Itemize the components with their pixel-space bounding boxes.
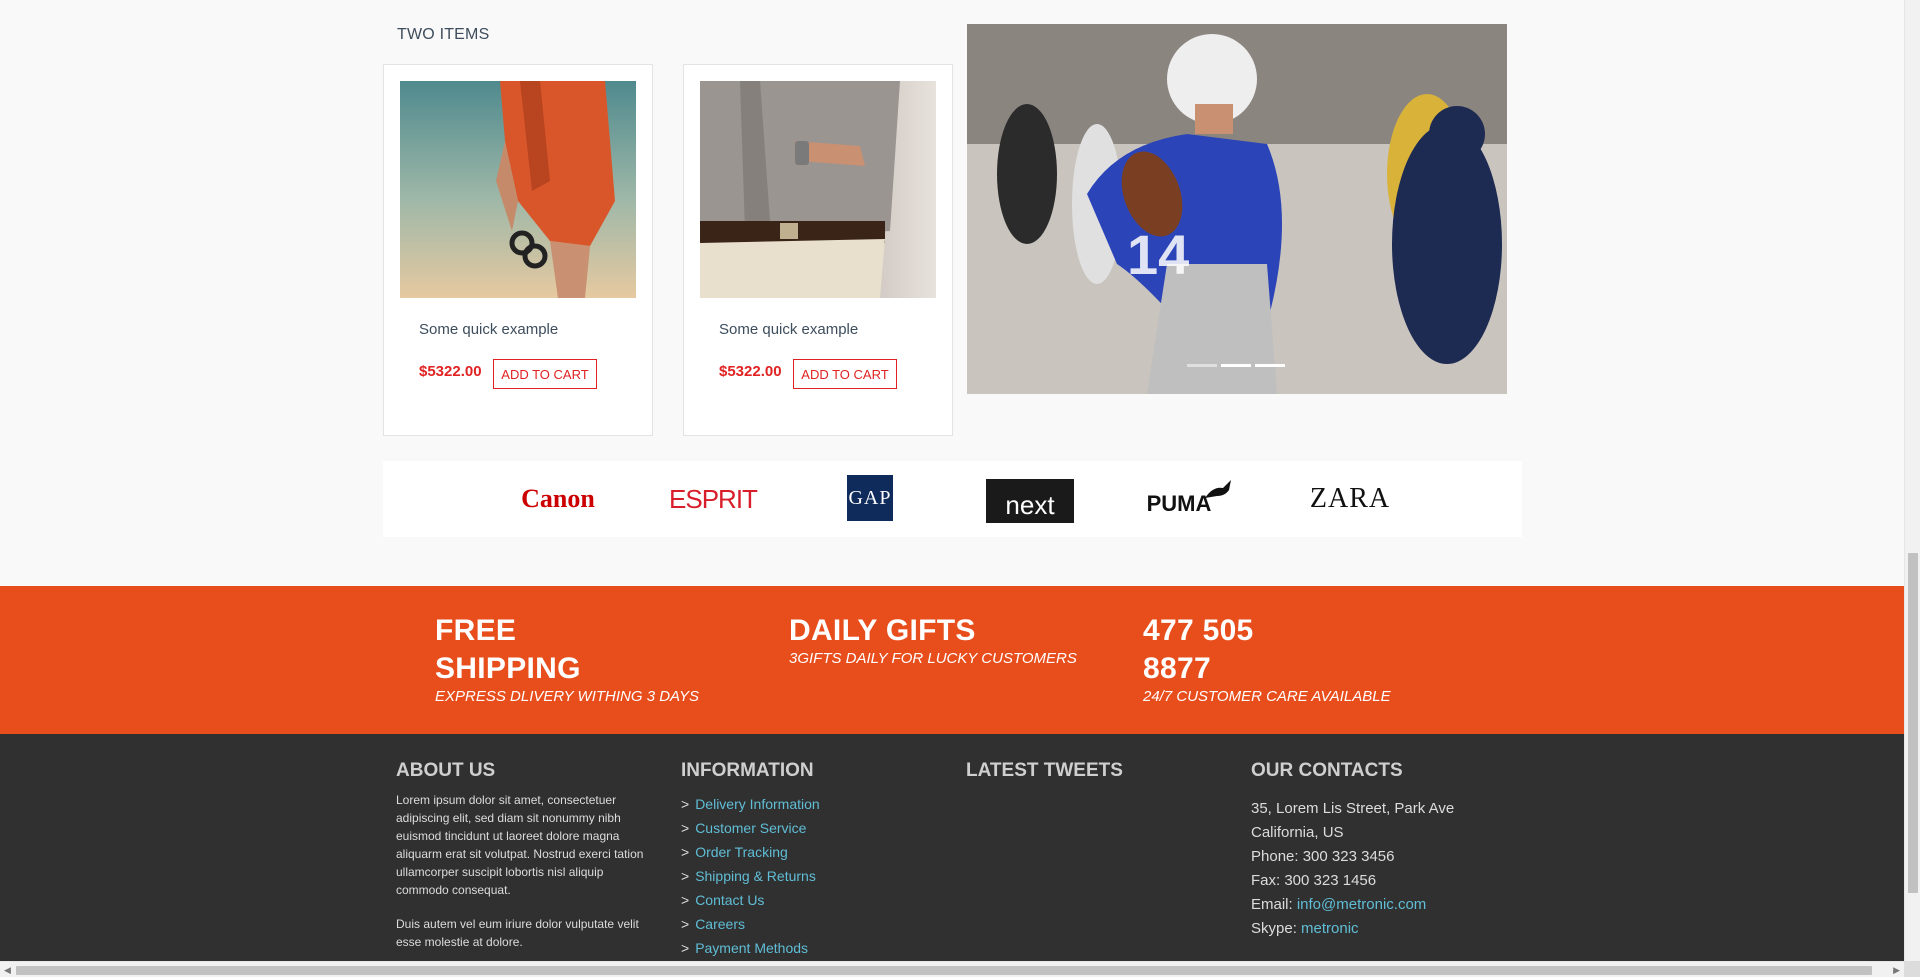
carousel-dot[interactable] (1255, 364, 1285, 367)
football-player-image: 14 (967, 24, 1507, 394)
link-delivery-information[interactable]: Delivery Information (695, 796, 820, 812)
product-price: $5322.00 (419, 363, 482, 380)
product-card: Some quick example $5322.00 ADD TO CART (683, 64, 953, 436)
about-text: Lorem ipsum dolor sit amet, consectetuer… (396, 791, 652, 967)
product-name[interactable]: Some quick example (719, 321, 858, 338)
contact-email-label: Email: (1251, 896, 1297, 913)
information-links: > Delivery Information > Customer Service … (681, 792, 820, 960)
scrollbar-corner (1904, 961, 1920, 977)
brand-logo-next[interactable]: next (986, 479, 1074, 523)
list-item: > Customer Service (681, 816, 820, 840)
contact-skype-row: Skype: metronic (1251, 917, 1454, 941)
list-item: > Shipping & Returns (681, 864, 820, 888)
chevron-right-icon: > (681, 820, 690, 836)
promo-subtitle: 3GIFTS DAILY FOR LUCKY CUSTOMERS (789, 650, 1077, 667)
promo-subtitle: 24/7 CUSTOMER CARE AVAILABLE (1143, 688, 1391, 705)
link-contact-us[interactable]: Contact Us (695, 892, 764, 908)
brand-logo-canon[interactable]: Canon (508, 475, 608, 523)
link-careers[interactable]: Careers (695, 916, 745, 932)
brand-logo-zara[interactable]: ZARA (1303, 475, 1397, 523)
contact-address: 35, Lorem Lis Street, Park Ave (1251, 800, 1455, 817)
chevron-right-icon: > (681, 916, 690, 932)
promo-free-shipping: FREE SHIPPING EXPRESS DLIVERY WITHING 3 … (435, 612, 699, 706)
footer-heading-contacts: OUR CONTACTS (1251, 760, 1403, 781)
footer-heading-information: INFORMATION (681, 760, 814, 781)
add-to-cart-button[interactable]: ADD TO CART (493, 359, 597, 389)
product-price: $5322.00 (719, 363, 782, 380)
list-item: > Careers (681, 912, 820, 936)
promo-phone: 477 505 8877 24/7 CUSTOMER CARE AVAILABL… (1143, 612, 1391, 706)
list-item: > Contact Us (681, 888, 820, 912)
carousel-dot-active[interactable] (1221, 364, 1251, 367)
product-name[interactable]: Some quick example (419, 321, 558, 338)
about-paragraph: Duis autem vel eum iriure dolor vulputat… (396, 917, 639, 949)
contact-info: 35, Lorem Lis Street, Park Ave Californi… (1251, 797, 1454, 941)
promo-title: 477 505 (1143, 614, 1254, 647)
contact-skype-link[interactable]: metronic (1301, 920, 1359, 937)
chevron-right-icon: > (681, 868, 690, 884)
product-image-shirt[interactable] (700, 81, 936, 298)
horizontal-scrollbar[interactable]: ◀ ▶ (0, 961, 1904, 977)
list-item: > Order Tracking (681, 840, 820, 864)
about-paragraph: Lorem ipsum dolor sit amet, consectetuer… (396, 793, 644, 897)
scroll-left-icon[interactable]: ◀ (4, 965, 11, 976)
scrollbar-thumb[interactable] (1908, 553, 1918, 893)
promo-title: SHIPPING (435, 652, 581, 685)
promo-title: DAILY GIFTS (789, 614, 976, 647)
contact-address: California, US (1251, 824, 1344, 841)
brand-logo-gap[interactable]: GAP (847, 475, 893, 521)
promo-title: FREE (435, 614, 517, 647)
svg-text:14: 14 (1127, 223, 1189, 286)
brand-logo-esprit[interactable]: ESPRIT (665, 475, 761, 523)
list-item: > Payment Methods (681, 936, 820, 960)
chevron-right-icon: > (681, 796, 690, 812)
section-title: TWO ITEMS (397, 26, 490, 43)
carousel-indicators (1187, 364, 1285, 367)
image-carousel[interactable]: 14 (967, 24, 1507, 394)
chevron-right-icon: > (681, 892, 690, 908)
chevron-right-icon: > (681, 844, 690, 860)
promo-title: 8877 (1143, 652, 1211, 685)
contact-email-link[interactable]: info@metronic.com (1297, 896, 1426, 913)
footer-heading-about: ABOUT US (396, 760, 496, 781)
link-customer-service[interactable]: Customer Service (695, 820, 806, 836)
brand-logos: Canon ESPRIT GAP next PUMA ZARA (383, 461, 1522, 537)
scroll-right-icon[interactable]: ▶ (1893, 965, 1900, 976)
list-item: > Delivery Information (681, 792, 820, 816)
contact-phone: Phone: 300 323 3456 (1251, 848, 1395, 865)
scrollbar-thumb[interactable] (16, 966, 1872, 975)
footer-heading-tweets: LATEST TWEETS (966, 760, 1123, 781)
link-shipping-returns[interactable]: Shipping & Returns (695, 868, 816, 884)
link-payment-methods[interactable]: Payment Methods (695, 940, 808, 956)
promo-subtitle: EXPRESS DLIVERY WITHING 3 DAYS (435, 688, 699, 705)
promo-daily-gifts: DAILY GIFTS 3GIFTS DAILY FOR LUCKY CUSTO… (789, 612, 1077, 668)
link-order-tracking[interactable]: Order Tracking (695, 844, 788, 860)
promo-banner: FREE SHIPPING EXPRESS DLIVERY WITHING 3 … (0, 586, 1904, 734)
footer: ABOUT US Lorem ipsum dolor sit amet, con… (0, 734, 1904, 961)
carousel-dot[interactable] (1187, 364, 1217, 367)
contact-skype-label: Skype: (1251, 920, 1302, 937)
product-card: Some quick example $5322.00 ADD TO CART (383, 64, 653, 436)
product-image-shorts[interactable] (400, 81, 636, 298)
brand-logo-puma[interactable]: PUMA (1145, 475, 1235, 523)
chevron-right-icon: > (681, 940, 690, 956)
puma-cat-icon (1205, 480, 1232, 498)
add-to-cart-button[interactable]: ADD TO CART (793, 359, 897, 389)
vertical-scrollbar[interactable] (1904, 0, 1920, 961)
contact-fax: Fax: 300 323 1456 (1251, 872, 1377, 889)
contact-email-row: Email: info@metronic.com (1251, 893, 1454, 917)
